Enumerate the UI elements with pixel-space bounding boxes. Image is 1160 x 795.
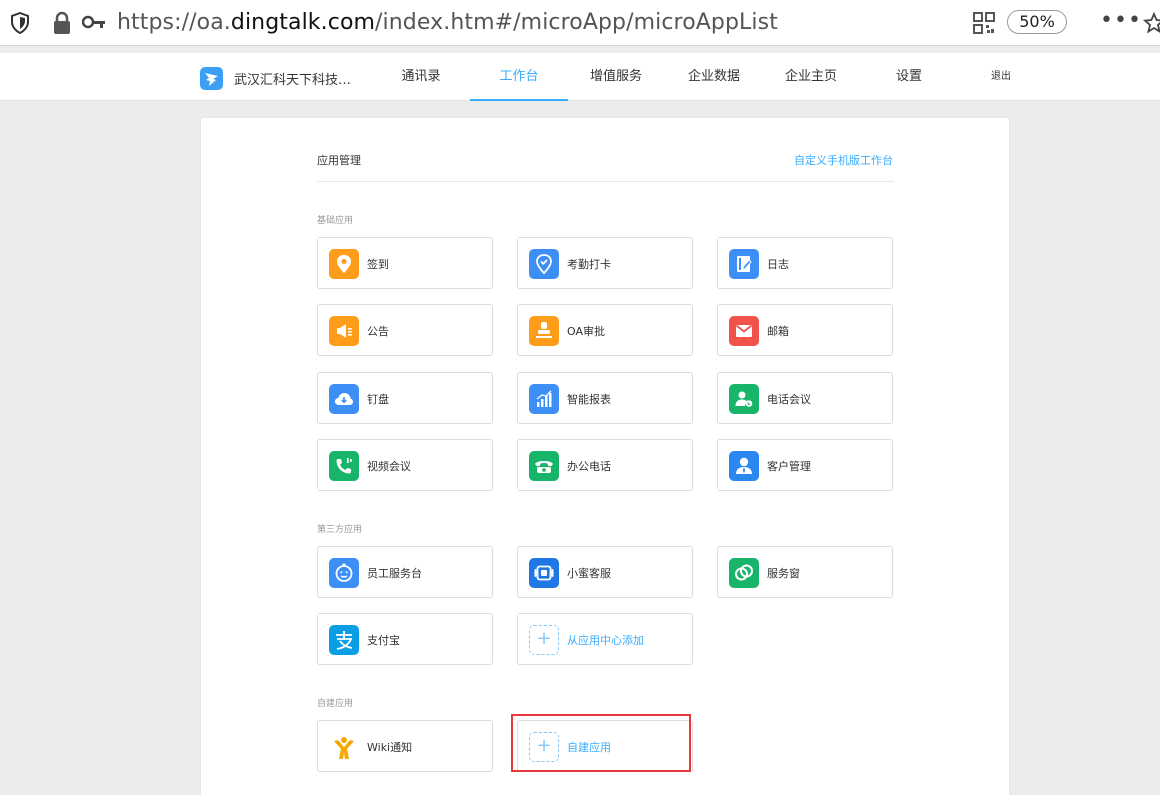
phone-video-icon xyxy=(329,451,359,481)
app-tile-mail[interactable]: 邮箱 xyxy=(717,304,893,356)
top-navigation: 武汉汇科天下科技… 通讯录 工作台 增值服务 企业数据 企业主页 设置 退出 xyxy=(0,53,1160,101)
app-label: 办公电话 xyxy=(567,460,611,473)
app-tile-wiki-notice[interactable]: Wiki通知 xyxy=(317,720,493,772)
app-tile-smart-report[interactable]: 智能报表 xyxy=(517,372,693,424)
app-label: 视频会议 xyxy=(367,460,411,473)
section-third-party-apps: 第三方应用 xyxy=(317,525,363,535)
app-tile-dingpan[interactable]: 钉盘 xyxy=(317,372,493,424)
app-label: 电话会议 xyxy=(767,393,811,406)
robot-face-icon xyxy=(329,558,359,588)
section-custom-apps: 自建应用 xyxy=(317,699,354,709)
stamp-icon xyxy=(529,316,559,346)
nav-workbench[interactable]: 工作台 xyxy=(470,53,568,101)
wiki-figure-icon xyxy=(329,732,359,762)
highlight-box xyxy=(511,714,691,772)
zoom-level-badge[interactable]: 50% xyxy=(1007,10,1067,34)
app-label: 小蜜客服 xyxy=(567,567,611,580)
section-basic-apps: 基础应用 xyxy=(317,216,354,226)
app-label: OA审批 xyxy=(567,325,605,338)
alipay-logo-icon xyxy=(329,625,359,655)
app-tile-notice[interactable]: 公告 xyxy=(317,304,493,356)
bar-chart-icon xyxy=(529,384,559,414)
address-bar[interactable]: https://oa.dingtalk.com/index.htm#/micro… xyxy=(117,9,778,37)
app-label: 公告 xyxy=(367,325,389,338)
telephone-icon xyxy=(529,451,559,481)
app-label: 从应用中心添加 xyxy=(567,634,644,647)
app-label: 员工服务台 xyxy=(367,567,422,580)
nav-logout[interactable]: 退出 xyxy=(982,53,1020,101)
envelope-icon xyxy=(729,316,759,346)
app-tile-office-phone[interactable]: 办公电话 xyxy=(517,439,693,491)
divider xyxy=(317,181,894,182)
megaphone-icon xyxy=(329,316,359,346)
nav-enterprise-homepage[interactable]: 企业主页 xyxy=(779,53,843,101)
app-label: Wiki通知 xyxy=(367,741,413,754)
chat-bot-icon xyxy=(529,558,559,588)
plus-icon: + xyxy=(529,625,559,655)
app-tile-log[interactable]: 日志 xyxy=(717,237,893,289)
app-tile-oa-approval[interactable]: OA审批 xyxy=(517,304,693,356)
cloud-icon xyxy=(329,384,359,414)
app-tile-alipay[interactable]: 支付宝 xyxy=(317,613,493,665)
app-label: 考勤打卡 xyxy=(567,258,611,271)
shield-icon[interactable] xyxy=(10,12,30,34)
key-icon[interactable] xyxy=(82,14,106,30)
app-tile-xiaomi-customer-service[interactable]: 小蜜客服 xyxy=(517,546,693,598)
overlapping-circles-icon xyxy=(729,558,759,588)
dingtalk-logo-icon[interactable] xyxy=(200,67,223,90)
app-label: 客户管理 xyxy=(767,460,811,473)
more-menu-icon[interactable]: ••• xyxy=(1100,8,1142,34)
add-from-app-center-button[interactable]: + 从应用中心添加 xyxy=(517,613,693,665)
app-label: 邮箱 xyxy=(767,325,789,338)
person-icon xyxy=(729,451,759,481)
app-tile-customer-management[interactable]: 客户管理 xyxy=(717,439,893,491)
app-tile-phone-meeting[interactable]: 电话会议 xyxy=(717,372,893,424)
app-label: 智能报表 xyxy=(567,393,611,406)
app-tile-staff-service-desk[interactable]: 员工服务台 xyxy=(317,546,493,598)
app-tile-signin[interactable]: 签到 xyxy=(317,237,493,289)
nav-contacts[interactable]: 通讯录 xyxy=(389,53,453,101)
customize-mobile-workbench-link[interactable]: 自定义手机版工作台 xyxy=(794,152,893,168)
nav-enterprise-data[interactable]: 企业数据 xyxy=(682,53,746,101)
app-tile-attendance[interactable]: 考勤打卡 xyxy=(517,237,693,289)
user-phone-icon xyxy=(729,384,759,414)
app-label: 支付宝 xyxy=(367,634,400,647)
nav-value-added-services[interactable]: 增值服务 xyxy=(584,53,648,101)
app-tile-video-meeting[interactable]: 视频会议 xyxy=(317,439,493,491)
company-name[interactable]: 武汉汇科天下科技… xyxy=(234,69,351,88)
qr-code-icon[interactable] xyxy=(973,12,995,34)
app-label: 签到 xyxy=(367,258,389,271)
notebook-icon xyxy=(729,249,759,279)
location-check-icon xyxy=(529,249,559,279)
page-title: 应用管理 xyxy=(317,154,361,167)
app-label: 服务窗 xyxy=(767,567,800,580)
nav-settings[interactable]: 设置 xyxy=(877,53,941,101)
app-label: 钉盘 xyxy=(367,393,389,406)
bookmark-star-icon[interactable] xyxy=(1143,12,1160,34)
location-pin-icon xyxy=(329,249,359,279)
lock-icon[interactable] xyxy=(52,11,72,35)
app-tile-service-window[interactable]: 服务窗 xyxy=(717,546,893,598)
browser-toolbar: https://oa.dingtalk.com/index.htm#/micro… xyxy=(0,0,1160,46)
app-label: 日志 xyxy=(767,258,789,271)
